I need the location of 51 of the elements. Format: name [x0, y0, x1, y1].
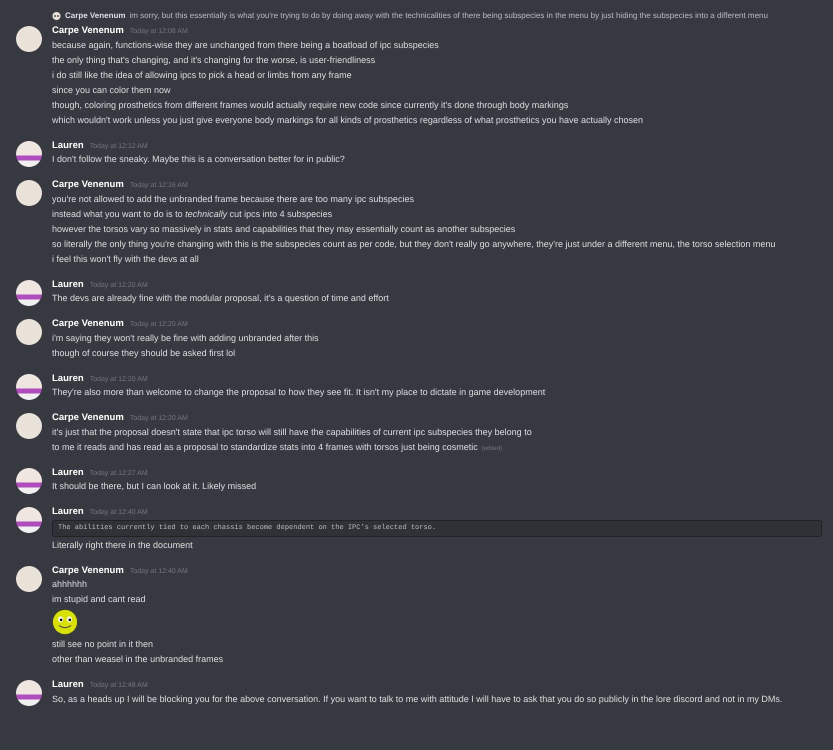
username[interactable]: Carpe Venenum	[52, 24, 124, 37]
username[interactable]: Carpe Venenum	[52, 317, 124, 330]
message-text: which wouldn't work unless you just give everyone body markings for all kinds of prosthetics regardless of what prosthetics you have actually chosen	[52, 114, 644, 127]
message-text: i feel this won't fly with the devs at all	[52, 252, 199, 266]
message-text: since you can color them now	[52, 84, 171, 97]
message-text: however the torsos vary so massively in stats and capabilities that they may essentially count as another subspecies	[52, 222, 516, 236]
reply-preview[interactable]: im sorry, but this essentially is what you're trying to do by doing away with the technicalities of there being subspecies in the menu by just hiding the subspecies into a different menu	[129, 10, 768, 22]
username[interactable]: Carpe Venenum	[52, 411, 124, 424]
reply-author[interactable]: Carpe Venenum	[65, 10, 126, 22]
username[interactable]: Lauren	[52, 278, 84, 290]
avatar	[16, 507, 42, 533]
avatar	[16, 680, 42, 706]
message-text: it's just that the proposal doesn't state that ipc torso will still have the capabilities of current ipc subspecies they belong to	[52, 426, 532, 439]
username[interactable]: Carpe Venenum	[52, 564, 124, 576]
message-text: because again, functions-wise they are unchanged from there being a boatload of ipc subspecies	[52, 38, 439, 52]
message-text: still see no point in it then	[52, 638, 154, 651]
avatar	[16, 319, 42, 345]
message-text: to me it reads and has read as a proposal to standardize stats into 4 frames with torsos just being cosmetic	[52, 440, 478, 454]
avatar	[16, 26, 42, 52]
message-text: so literally the only thing you're changing with this is the subspecies count as per code, but they don't really go anywhere, they're just under a different menu, the torso selection menu	[52, 238, 776, 251]
message-text: The devs are already fine with the modular proposal, it's a question of time and effort	[52, 292, 389, 305]
message-text: instead what you want to do is to technically cut ipcs into 4 subspecies	[52, 208, 332, 221]
skull-icon	[52, 12, 61, 20]
smiley-icon	[52, 609, 78, 635]
message-text: I don't follow the sneaky. Maybe this is a conversation better for in public?	[52, 153, 345, 166]
message-text: They're also more than welcome to change the proposal to how they see fit. It isn't my place to dictate in game development	[52, 386, 546, 399]
username[interactable]: Lauren	[52, 138, 84, 152]
message-text: i'm saying they won't really be fine with adding unbranded after this	[52, 332, 319, 345]
message-text: you're not allowed to add the unbranded frame because there are too many ipc subspecies	[52, 192, 414, 206]
message-text: ahhhhhh	[52, 578, 88, 591]
message-text: i do still like the idea of allowing ipcs to pick a head or limbs from any frame	[52, 68, 352, 82]
avatar	[16, 468, 42, 494]
avatar	[16, 413, 42, 439]
username[interactable]: Lauren	[52, 372, 84, 384]
avatar	[16, 280, 42, 306]
username[interactable]: Lauren	[52, 678, 84, 691]
username[interactable]: Carpe Venenum	[52, 178, 124, 191]
avatar	[16, 180, 42, 206]
message-text: though, coloring prosthetics from different frames would actually require new code since currently it's done through body markings	[52, 98, 568, 112]
avatar	[16, 140, 42, 166]
avatar	[16, 566, 42, 592]
message-text: though of course they should be asked first lol	[52, 346, 236, 360]
message-text: other than weasel in the unbranded frames	[52, 653, 224, 666]
message-text: Literally right there in the document	[52, 538, 193, 552]
message-text: im stupid and cant read	[52, 593, 146, 606]
message-text: the only thing that's changing, and it's changing for the worse, is user-friendliness	[52, 54, 376, 67]
username[interactable]: Lauren	[52, 466, 84, 478]
message-text: It should be there, but I can look at it. Likely missed	[52, 480, 256, 493]
avatar	[16, 374, 42, 400]
username[interactable]: Lauren	[52, 505, 84, 518]
message-text: So, as a heads up I will be blocking you for the above conversation. If you want to talk to me with attitude I will have to ask that you do so publicly in the lore discord and not in my DMs.	[52, 692, 782, 706]
